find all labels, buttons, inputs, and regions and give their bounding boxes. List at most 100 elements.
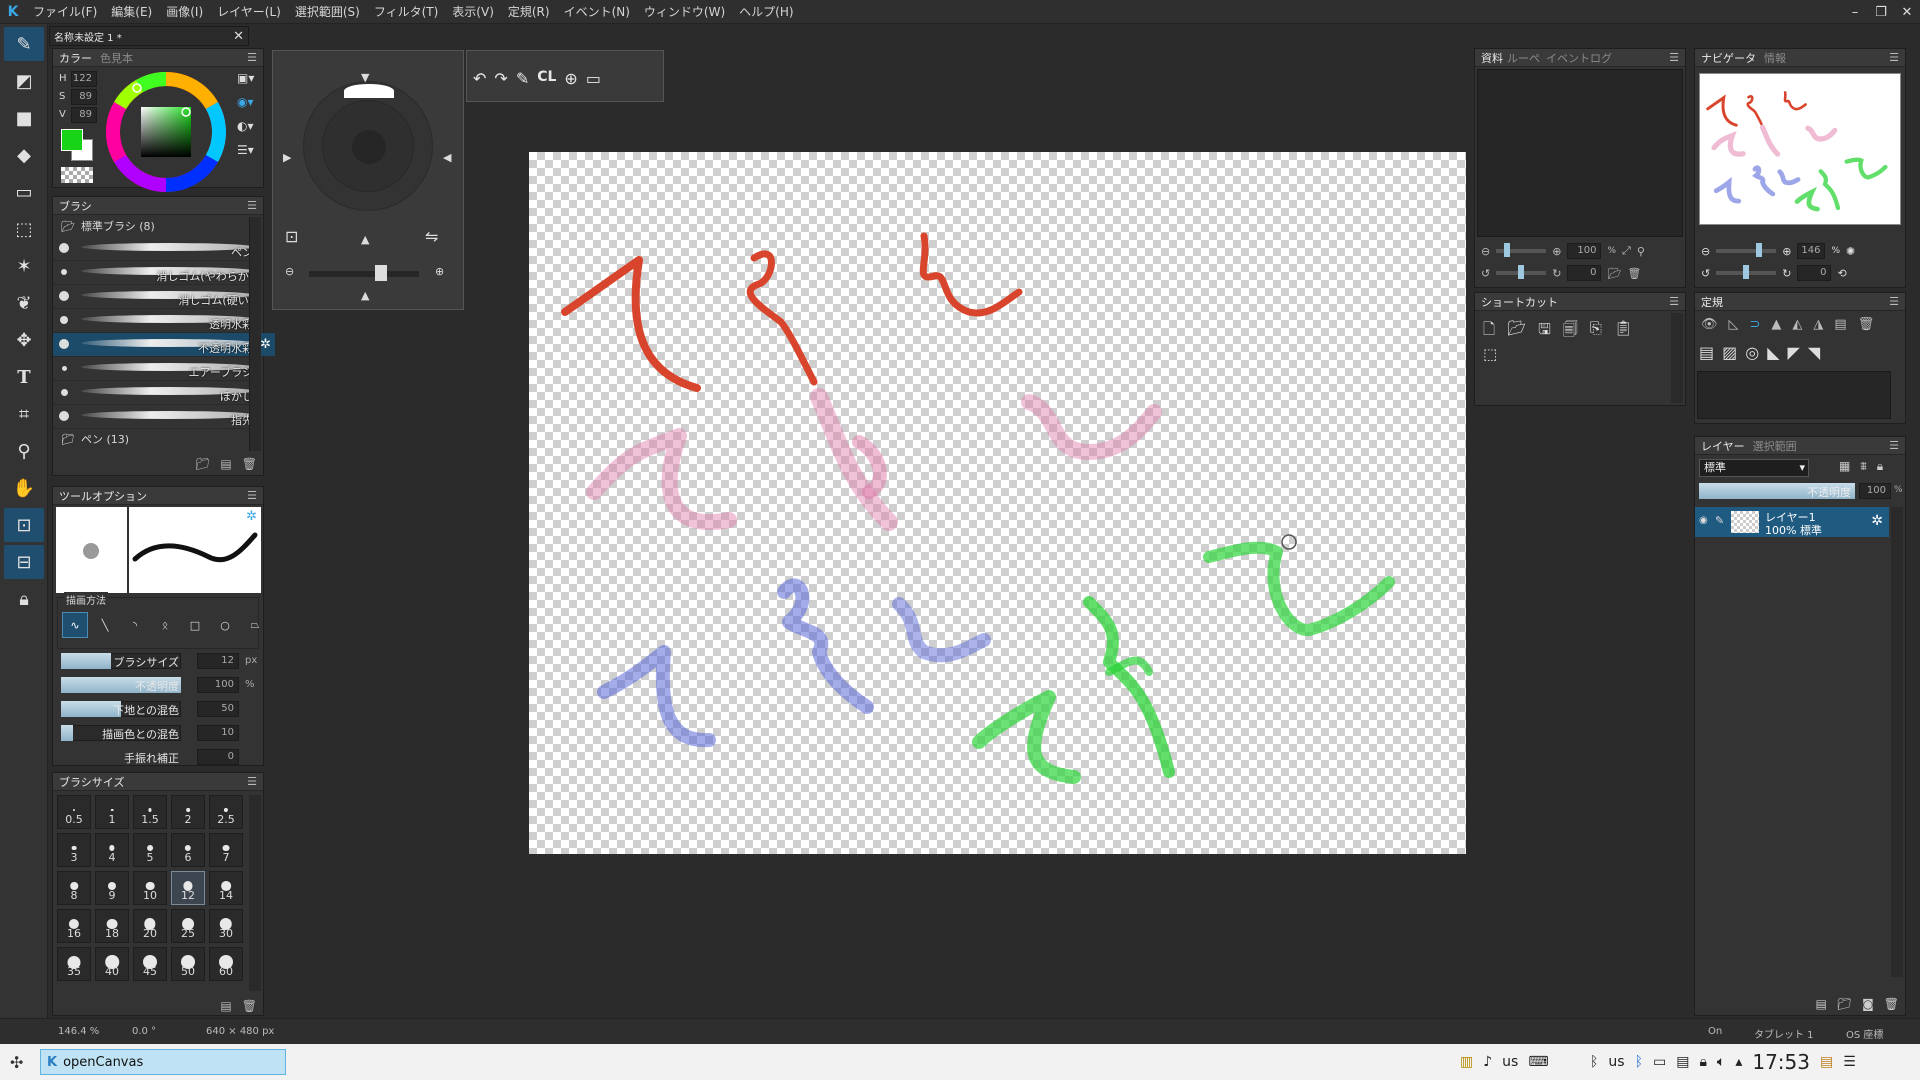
flip-view-icon[interactable]: ⇋ — [425, 227, 438, 246]
ruler-delete-icon[interactable]: 🗑︎ — [1858, 317, 1875, 332]
menu-window[interactable]: ウィンドウ(W) — [637, 3, 732, 20]
pan-down-icon[interactable]: ▲ — [361, 233, 369, 246]
zoom-in-icon[interactable]: ⊕ — [1552, 245, 1561, 258]
brush-item[interactable]: 透明水彩 — [53, 309, 275, 333]
save-as-icon[interactable]: 🗐︎ — [1563, 319, 1578, 344]
layer-list-scrollbar[interactable] — [1891, 507, 1903, 977]
panel-menu-icon[interactable]: ☰ — [247, 775, 257, 788]
brush-item[interactable]: 指先 — [53, 405, 275, 429]
zoom-out-icon[interactable]: ⊖ — [1701, 245, 1710, 258]
ruler-list[interactable] — [1697, 371, 1891, 419]
ruler-link-icon[interactable]: ⊃ — [1750, 317, 1761, 332]
polyline-method-icon[interactable]: ᛟ — [152, 612, 178, 638]
ellipse-method-icon[interactable]: ○ — [212, 612, 238, 638]
zoom-fit-icon[interactable]: ⊡ — [285, 227, 298, 246]
color-list-mode-icon[interactable]: ☰▾ — [237, 143, 261, 167]
freehand-method-icon[interactable]: ∿ — [62, 612, 88, 638]
save-file-icon[interactable]: 🖫︎ — [1538, 319, 1551, 344]
eraser-tool-icon[interactable]: ◩ — [4, 64, 44, 98]
eyedropper-tool-icon[interactable]: ⚲ — [4, 434, 44, 468]
close-icon[interactable]: ✕ — [1894, 0, 1920, 24]
tab-color[interactable]: カラー — [59, 50, 92, 66]
brush-size-cell[interactable]: 35 — [57, 947, 91, 981]
menu-file[interactable]: ファイル(F) — [26, 3, 104, 20]
delete-icon[interactable]: 🗑︎ — [1627, 267, 1641, 280]
pan-left-icon[interactable]: ▶ — [283, 151, 291, 164]
brush-size-cell[interactable]: 2 — [171, 795, 205, 829]
new-layer-folder-icon[interactable]: 📁︎ — [1837, 997, 1852, 1011]
h-field[interactable]: 122 — [71, 71, 97, 87]
zoom-slider[interactable] — [309, 271, 419, 277]
brush-size-cell[interactable]: 45 — [133, 947, 167, 981]
brush-item[interactable]: ペン — [53, 237, 275, 261]
lasso-tool-icon[interactable]: ❦ — [4, 286, 44, 320]
brush-item-selected[interactable]: 不透明水彩 ✲ — [53, 333, 275, 357]
add-size-icon[interactable]: ▤ — [220, 999, 231, 1013]
transparent-color-swatch[interactable] — [61, 167, 93, 183]
brush-size-cell[interactable]: 7 — [209, 833, 243, 867]
keyboard-icon[interactable]: ⌨ — [1528, 1054, 1548, 1070]
magic-wand-tool-icon[interactable]: ✶ — [4, 249, 44, 283]
brush-size-cell[interactable]: 50 — [171, 947, 205, 981]
layer-opacity-slider[interactable]: 不透明度 — [1699, 483, 1855, 499]
brush-size-cell[interactable]: 6 — [171, 833, 205, 867]
navigator-rotate-field[interactable]: 0 — [1797, 265, 1832, 281]
dial-handle[interactable] — [344, 84, 394, 98]
layer-clip-icon[interactable]: ⩩ — [1860, 459, 1866, 474]
reference-zoom-slider[interactable] — [1496, 243, 1547, 257]
ruler-shape1-icon[interactable]: ▲ — [1771, 317, 1781, 332]
perspective3-icon[interactable]: ◥ — [1808, 343, 1820, 362]
move-tool-icon[interactable]: ✥ — [4, 323, 44, 357]
rectangle-method-icon[interactable]: □ — [182, 612, 208, 638]
panel-menu-icon[interactable]: ☰ — [1889, 295, 1899, 308]
lock-icon[interactable]: 🔒︎ — [1699, 1054, 1706, 1070]
menu-edit[interactable]: 編集(E) — [104, 3, 159, 20]
panel-menu-icon[interactable]: ☰ — [1669, 51, 1679, 64]
new-layer-icon[interactable]: ▤ — [1816, 997, 1827, 1011]
ruler-shape3-icon[interactable]: ◮ — [1813, 317, 1823, 332]
opacity-field[interactable]: 100 — [197, 677, 239, 693]
brush-size-cell[interactable]: 18 — [95, 909, 129, 943]
keyboard-layout-1[interactable]: us — [1502, 1054, 1518, 1070]
hand-tool-icon[interactable]: ✋ — [4, 471, 44, 505]
brush-size-cell[interactable]: 16 — [57, 909, 91, 943]
concentric-ruler-icon[interactable]: ◎ — [1745, 343, 1759, 362]
brush-size-cell[interactable]: 1 — [95, 795, 129, 829]
foreground-color-swatch[interactable] — [61, 129, 83, 151]
delete-brush-icon[interactable]: 🗑︎ — [242, 457, 257, 471]
brush-size-cell[interactable]: 4 — [95, 833, 129, 867]
delete-layer-icon[interactable]: 🗑︎ — [1884, 997, 1899, 1011]
rotate-left-icon[interactable]: ↺ — [1481, 267, 1490, 280]
lock-icon[interactable]: 🔒︎ — [4, 582, 44, 616]
menu-view[interactable]: 表示(V) — [445, 3, 501, 20]
line-method-icon[interactable]: ╲ — [92, 612, 118, 638]
copy-icon[interactable]: ⎘ — [1590, 319, 1602, 344]
navigator-zoom-field[interactable]: 146 — [1797, 243, 1826, 259]
tablet-mode-icon[interactable]: ⊟ — [4, 545, 44, 579]
menu-layer[interactable]: レイヤー(L) — [210, 3, 288, 20]
pen-tool-icon[interactable]: ✎ — [4, 27, 44, 61]
zoom-slider-handle[interactable] — [375, 265, 387, 281]
paste-icon[interactable]: 📋︎ — [1614, 319, 1633, 344]
zoom-out-icon[interactable]: ⊖ — [285, 265, 294, 278]
s-field[interactable]: 89 — [71, 89, 97, 105]
ruler-new-icon[interactable]: ▤ — [1834, 317, 1846, 332]
brush-group-standard[interactable]: 📂︎ 標準ブラシ (8) — [61, 218, 155, 234]
color-dot-mode-icon[interactable]: ◐▾ — [237, 119, 261, 143]
zoom-out-icon[interactable]: ⊖ — [1481, 245, 1490, 258]
new-brush-icon[interactable]: ▤ — [220, 457, 231, 471]
blend-mode-select[interactable]: 標準 ▾ — [1699, 459, 1809, 477]
fill-tool-icon[interactable]: ◆ — [4, 138, 44, 172]
pan-right-icon[interactable]: ◀ — [443, 151, 451, 164]
restore-icon[interactable]: ❐ — [1868, 0, 1894, 24]
start-menu-icon[interactable]: ✣ — [10, 1053, 23, 1072]
perspective2-icon[interactable]: ◤ — [1788, 343, 1800, 362]
crop-tool-icon[interactable]: ⌗ — [4, 397, 44, 431]
menu-filter[interactable]: フィルタ(T) — [367, 3, 445, 20]
tab-event-log[interactable]: イベントログ — [1546, 50, 1612, 66]
brush-size-cell[interactable]: 9 — [95, 871, 129, 905]
color-square-mode-icon[interactable]: ▣▾ — [237, 71, 261, 95]
panel-menu-icon[interactable]: ☰ — [247, 199, 257, 212]
brush-size-cell[interactable]: 10 — [133, 871, 167, 905]
color-picker-mode-icon[interactable]: ◉▾ — [237, 95, 261, 119]
